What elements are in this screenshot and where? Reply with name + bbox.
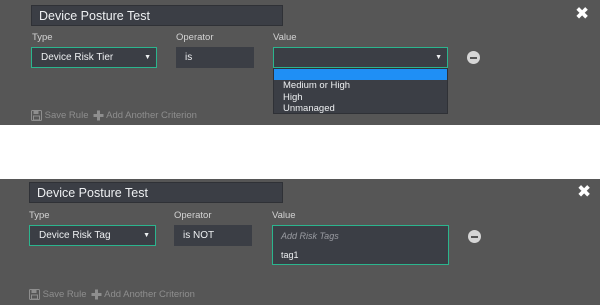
criterion-name-field[interactable]: Device Posture Test: [29, 182, 283, 203]
risk-tags-input[interactable]: Add Risk Tags tag1: [272, 225, 449, 265]
caret-down-icon: ▼: [143, 232, 150, 239]
close-icon[interactable]: ✖: [577, 183, 591, 200]
type-select[interactable]: Device Risk Tag ▼: [29, 225, 156, 246]
save-rule-button[interactable]: Save Rule: [29, 289, 86, 301]
operator-label: Operator: [176, 32, 214, 43]
close-icon[interactable]: ✖: [575, 5, 589, 22]
type-select-value: Device Risk Tier: [41, 52, 114, 63]
value-label: Value: [272, 210, 296, 221]
criterion-name-field[interactable]: Device Posture Test: [31, 5, 283, 26]
tags-placeholder: Add Risk Tags: [281, 231, 339, 241]
caret-down-icon: ▼: [435, 54, 442, 61]
add-criterion-button[interactable]: Add Another Criterion: [93, 110, 197, 122]
criterion-panel-2: Device Posture Test ✖ Type Operator Valu…: [0, 179, 600, 305]
dropdown-option-medium-or-high[interactable]: Medium or High: [274, 80, 447, 92]
plus-icon: [93, 110, 104, 121]
add-criterion-label: Add Another Criterion: [104, 289, 195, 301]
operator-field[interactable]: is NOT: [174, 225, 252, 246]
add-criterion-label: Add Another Criterion: [106, 110, 197, 122]
plus-icon: [91, 289, 102, 300]
type-select[interactable]: Device Risk Tier ▼: [31, 47, 157, 68]
save-rule-button[interactable]: Save Rule: [31, 110, 88, 122]
operator-label: Operator: [174, 210, 212, 221]
add-criterion-button[interactable]: Add Another Criterion: [91, 289, 195, 301]
criterion-panel-1: Device Posture Test ✖ Type Operator Valu…: [0, 0, 600, 125]
caret-down-icon: ▼: [144, 54, 151, 61]
tag-chip[interactable]: tag1: [281, 250, 299, 260]
dropdown-option-unmanaged[interactable]: Unmanaged: [274, 103, 447, 115]
dropdown-highlight-row[interactable]: [274, 69, 447, 80]
dropdown-option-high[interactable]: High: [274, 92, 447, 104]
type-select-value: Device Risk Tag: [39, 230, 111, 241]
value-label: Value: [273, 32, 297, 43]
operator-field[interactable]: is: [176, 47, 254, 68]
remove-criterion-button[interactable]: [467, 51, 480, 64]
value-dropdown-list: Medium or High High Unmanaged: [273, 68, 448, 114]
value-select[interactable]: ▼: [273, 47, 448, 68]
type-label: Type: [29, 210, 50, 221]
save-rule-label: Save Rule: [42, 289, 87, 301]
save-rule-label: Save Rule: [44, 110, 89, 122]
save-icon: [31, 110, 42, 121]
remove-criterion-button[interactable]: [468, 230, 481, 243]
save-icon: [29, 289, 40, 300]
type-label: Type: [32, 32, 53, 43]
